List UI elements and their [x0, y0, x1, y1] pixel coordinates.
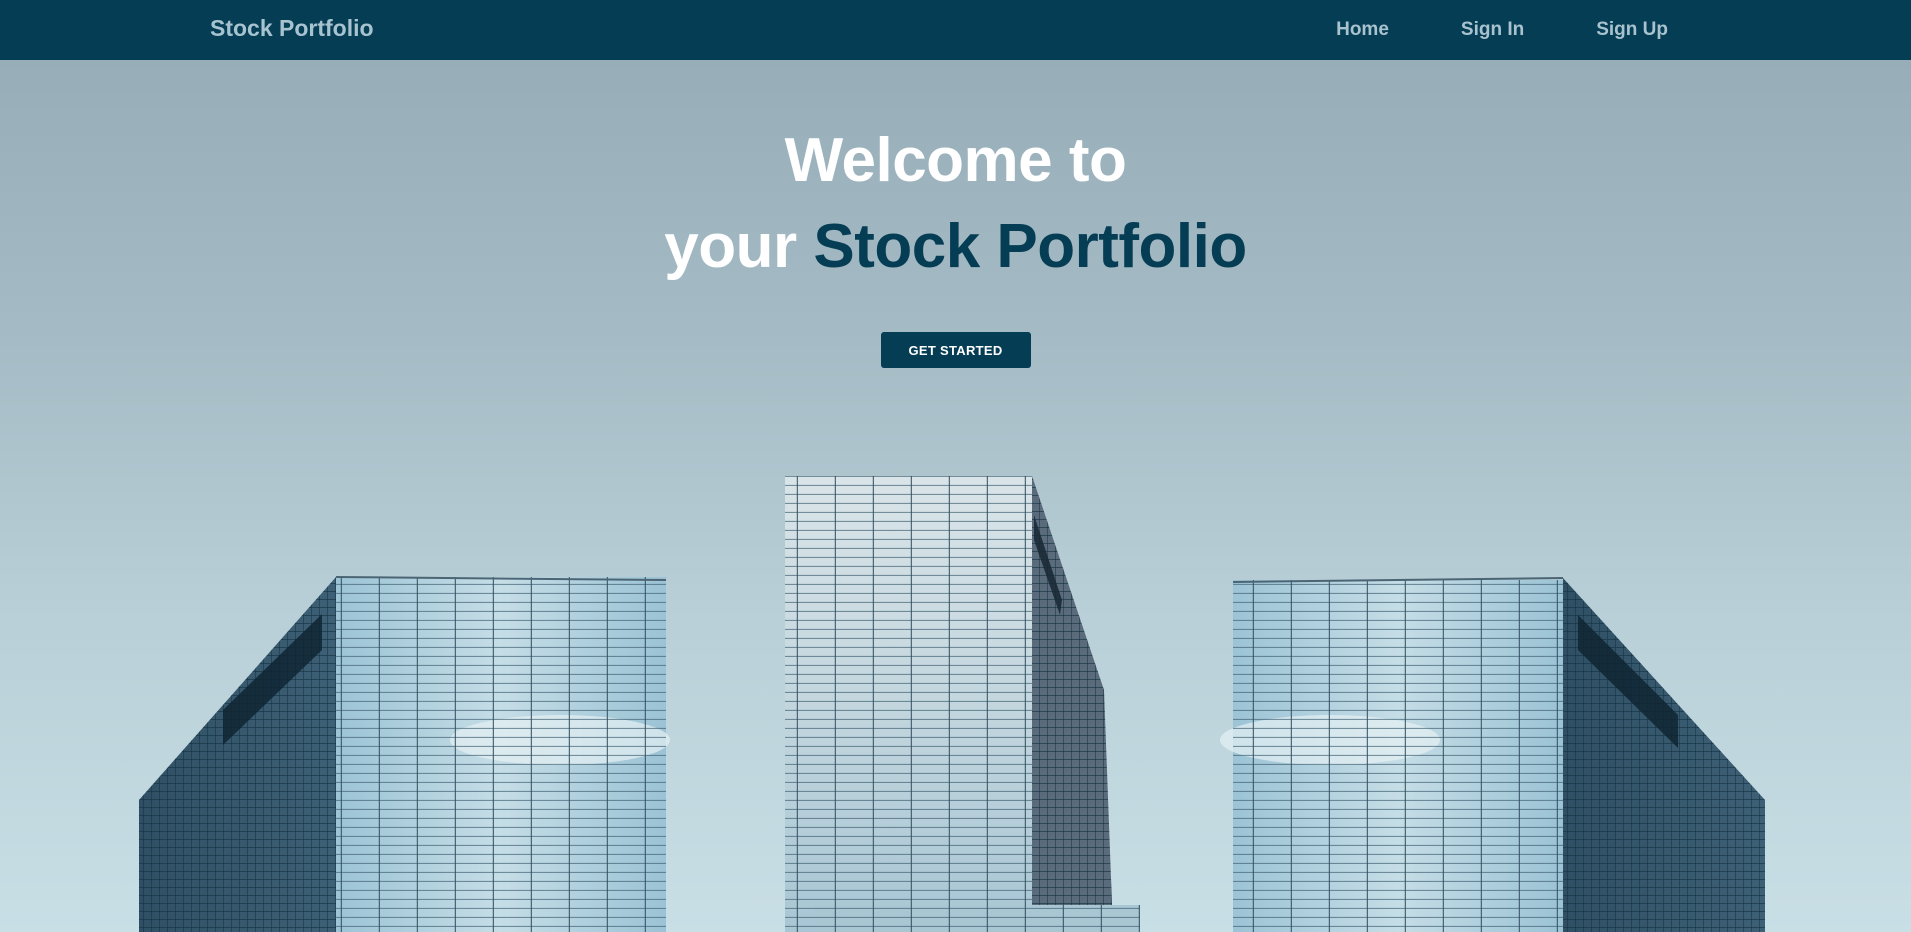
- landing-page: Stock Portfolio Home Sign In Sign Up Wel…: [0, 0, 1911, 932]
- hero-title-line1: Welcome to: [784, 126, 1127, 195]
- hero-title-line2: your Stock Portfolio: [0, 204, 1911, 290]
- nav-link-sign-in[interactable]: Sign In: [1461, 19, 1524, 41]
- top-navbar: Stock Portfolio Home Sign In Sign Up: [0, 0, 1911, 60]
- nav-links: Home Sign In Sign Up: [1336, 0, 1668, 60]
- hero-title-accent: Stock Portfolio: [813, 212, 1247, 281]
- nav-link-sign-up[interactable]: Sign Up: [1596, 19, 1668, 41]
- get-started-button[interactable]: GET STARTED: [880, 332, 1031, 368]
- brand-logo-link[interactable]: Stock Portfolio: [210, 0, 374, 60]
- hero-section: Welcome to your Stock Portfolio GET STAR…: [0, 60, 1911, 368]
- hero-title-prefix: your: [664, 212, 814, 281]
- nav-link-home[interactable]: Home: [1336, 19, 1389, 41]
